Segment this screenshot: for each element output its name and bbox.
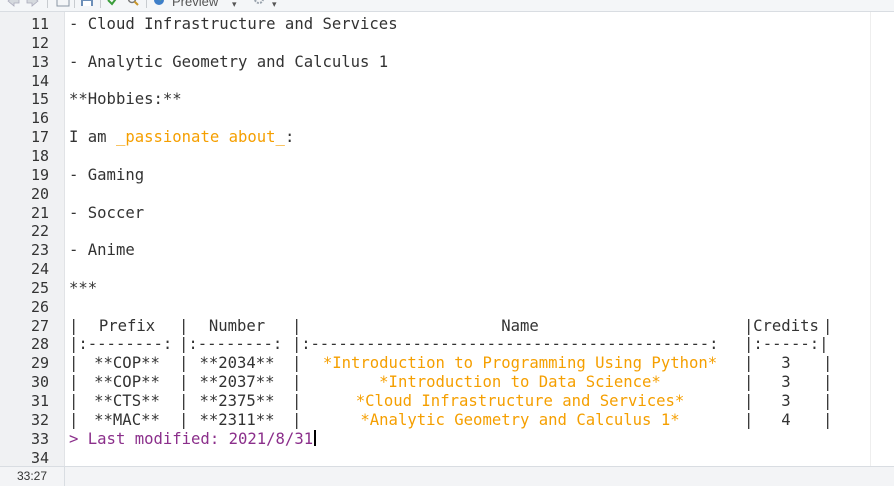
- text-cursor: [314, 429, 317, 446]
- code-line: - Analytic Geometry and Calculus 1: [69, 52, 389, 71]
- code-line: | | | | | **MAC** **2311** *Analytic Geometry a…: [69, 411, 864, 430]
- table-header-credits: Credits: [753, 316, 819, 335]
- line-number: 25: [30, 278, 49, 297]
- line-number: 22: [30, 222, 49, 241]
- line-number: 12: [30, 33, 49, 52]
- line-number: 17: [30, 128, 49, 147]
- table-align-credits: |:-----:|: [744, 335, 829, 354]
- line-number: 19: [30, 165, 49, 184]
- save-icon[interactable]: [80, 0, 94, 7]
- line-number: 29: [30, 354, 49, 373]
- table-header-prefix: Prefix: [98, 316, 156, 335]
- table-cell-number: **2375**: [199, 392, 275, 410]
- code-line: - Cloud Infrastructure and Services: [69, 15, 398, 33]
- blockquote-text: > Last modified: 2021/8/31: [69, 429, 314, 448]
- code-line: I am _passionate about_:: [69, 128, 864, 147]
- code-line: |:--------: |:--------: |:----------------…: [69, 335, 864, 354]
- table-cell-number: **2037**: [199, 373, 275, 392]
- editor-toolbar: Preview ▾ ▾: [0, 0, 894, 12]
- line-number: 26: [30, 297, 49, 316]
- dropdown-icon[interactable]: ▾: [272, 0, 277, 11]
- code-line: | | | | | Prefix Number Name Credits: [69, 317, 864, 336]
- show-in-window-icon[interactable]: [56, 0, 70, 7]
- line-number: 23: [30, 241, 49, 260]
- table-cell-number: **2311**: [199, 410, 275, 429]
- spellcheck-icon[interactable]: [106, 0, 120, 7]
- table-align-name: |:--------------------------------------…: [292, 335, 719, 354]
- table-cell-number: **2034**: [199, 354, 275, 373]
- table-cell-name: *Analytic Geometry and Calculus 1*: [360, 410, 680, 429]
- line-number: 30: [30, 373, 49, 392]
- table-cell-prefix: **COP**: [94, 373, 160, 392]
- line-number: 31: [30, 392, 49, 410]
- find-icon[interactable]: [126, 0, 140, 7]
- line-text: I am: [69, 128, 116, 147]
- line-number: 24: [30, 260, 49, 279]
- table-cell-name: *Introduction to Programming Using Pytho…: [322, 354, 718, 373]
- code-line: **Hobbies:**: [69, 90, 182, 109]
- code-line: - Anime: [69, 241, 135, 260]
- table-cell-prefix: **CTS**: [94, 392, 160, 410]
- table-cell-credits: 3: [781, 392, 791, 410]
- back-icon[interactable]: [6, 0, 20, 7]
- line-number: 20: [30, 184, 49, 203]
- preview-icon[interactable]: [152, 0, 166, 7]
- table-cell-prefix: **COP**: [94, 354, 160, 373]
- line-number: 13: [30, 52, 49, 71]
- table-header-name: Name: [501, 316, 539, 335]
- line-number: 27: [30, 316, 49, 335]
- line-text: :: [284, 128, 295, 147]
- code-line: - Soccer: [69, 203, 145, 222]
- line-number: 14: [30, 71, 49, 90]
- table-cell-credits: 3: [781, 373, 791, 392]
- table-pipe: |: [823, 316, 833, 335]
- code-line: ***: [69, 278, 98, 297]
- preview-button[interactable]: Preview: [172, 0, 218, 10]
- line-number: 28: [30, 335, 49, 354]
- line-number-gutter: 11 12 13 14 15 16 17 18 19 20 21 22 23 24 25 26 27 28 29 30…: [0, 12, 65, 467]
- table-pipe: |: [823, 354, 833, 373]
- line-number: 33: [30, 429, 49, 448]
- line-number: 11: [30, 15, 49, 33]
- line-number: 34: [30, 448, 49, 467]
- table-pipe: |: [823, 410, 833, 429]
- line-number: 16: [30, 109, 49, 128]
- cursor-position[interactable]: 33:27: [0, 467, 65, 486]
- table-header-number: Number: [208, 316, 266, 335]
- table-align-prefix: |:--------:: [69, 335, 173, 354]
- line-number: 18: [30, 146, 49, 165]
- status-bar: 33:27: [0, 466, 894, 486]
- table-align-number: |:--------:: [179, 335, 283, 354]
- code-line: | | | | | **COP** **2037** *Introduction to Dat…: [69, 373, 864, 392]
- line-number: 15: [30, 90, 49, 109]
- code-line: - Gaming: [69, 165, 145, 184]
- source-editor[interactable]: - Cloud Infrastructure and Services - Ana…: [65, 12, 870, 466]
- table-cell-credits: 3: [781, 354, 791, 373]
- dropdown-icon[interactable]: ▾: [232, 0, 237, 11]
- italic-text: _passionate about_: [115, 128, 285, 147]
- table-pipe: |: [823, 373, 833, 392]
- code-line: > Last modified: 2021/8/31: [69, 429, 864, 449]
- table-cell-name: *Introduction to Data Science*: [379, 373, 661, 392]
- vertical-scrollbar[interactable]: [870, 12, 894, 466]
- table-cell-name: *Cloud Infrastructure and Services*: [355, 392, 685, 410]
- code-line: | | | | | **CTS** **2375** *Cloud Infrastructur…: [69, 392, 864, 411]
- table-cell-prefix: **MAC**: [94, 410, 160, 429]
- table-pipe: |: [823, 392, 833, 410]
- gear-icon[interactable]: [252, 0, 266, 7]
- code-line: | | | | | **COP** **2034** *Introduction to Pro…: [69, 354, 864, 373]
- table-cell-credits: 4: [781, 410, 791, 429]
- line-number: 32: [30, 410, 49, 429]
- line-number: 21: [30, 203, 49, 222]
- forward-icon[interactable]: [26, 0, 40, 7]
